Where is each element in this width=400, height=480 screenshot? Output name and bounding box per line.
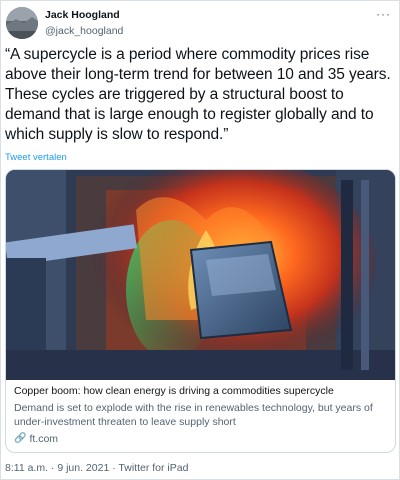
author-name[interactable]: Jack Hoogland	[45, 9, 120, 21]
card-text[interactable]: Copper boom: how clean energy is driving…	[14, 384, 389, 446]
tweet-container: Jack Hoogland @jack_hoogland ··· “A supe…	[0, 0, 400, 480]
tweet-text: “A supercycle is a period where commodit…	[5, 46, 391, 143]
link-card[interactable]: Copper boom: how clean energy is driving…	[5, 169, 396, 453]
tweet-meta[interactable]: 8:11 a.m. · 9 jun. 2021 · Twitter for iP…	[5, 462, 188, 474]
furnace-image	[6, 170, 395, 380]
card-image[interactable]	[6, 170, 395, 380]
more-options-icon[interactable]: ···	[376, 8, 391, 20]
card-domain: ft.com	[29, 433, 59, 445]
avatar[interactable]	[6, 7, 38, 39]
author-handle[interactable]: @jack_hoogland	[45, 25, 123, 37]
translate-tweet-link[interactable]: Tweet vertalen	[5, 152, 67, 163]
card-title[interactable]: Copper boom: how clean energy is driving…	[14, 384, 389, 399]
link-icon: 🔗	[14, 433, 27, 444]
card-domain-row[interactable]: 🔗 ft.com	[14, 432, 389, 446]
card-description[interactable]: Demand is set to explode with the rise i…	[14, 401, 389, 429]
avatar-image	[6, 7, 38, 39]
